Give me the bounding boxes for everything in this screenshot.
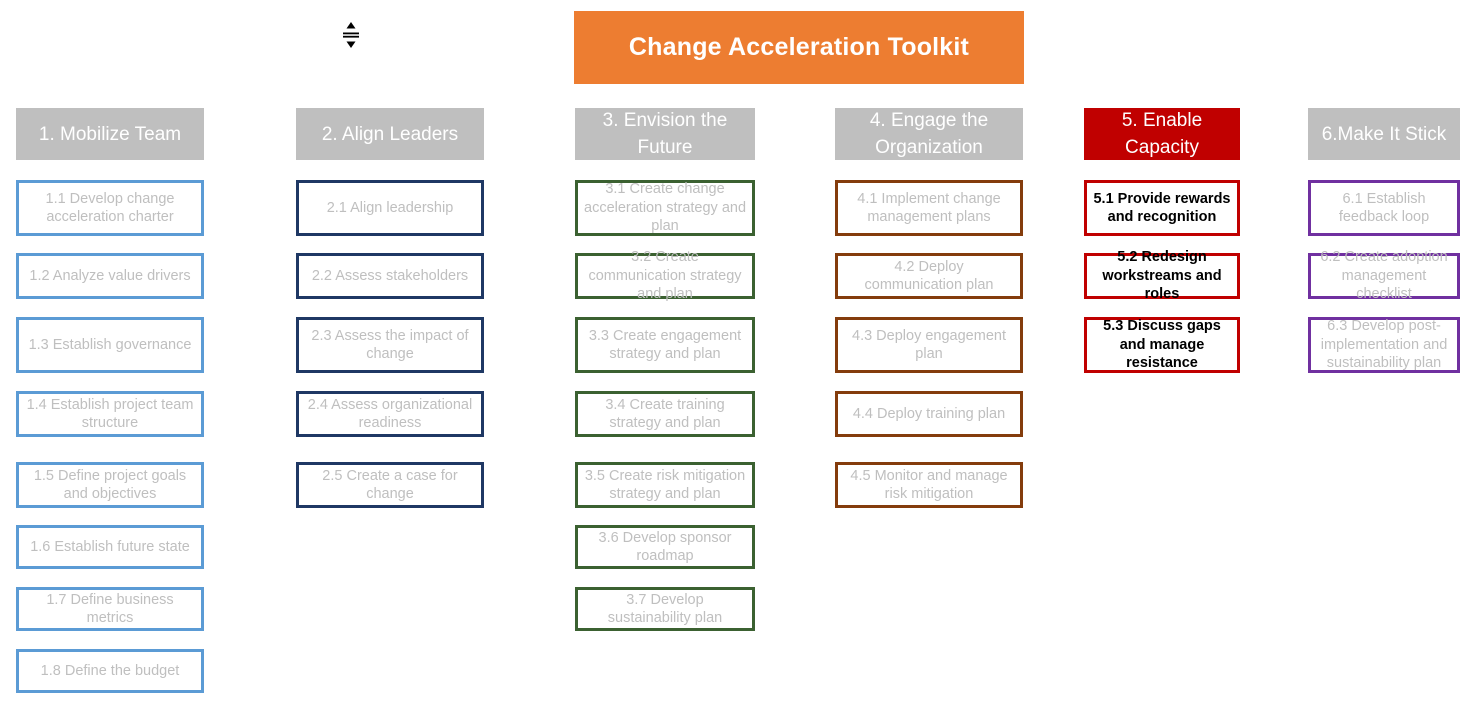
toolkit-canvas: Change Acceleration Toolkit 1. Mobilize … (0, 0, 1474, 706)
task-node[interactable]: 1.5 Define project goals and objectives (16, 462, 204, 508)
page-title: Change Acceleration Toolkit (574, 11, 1024, 84)
task-node[interactable]: 5.3 Discuss gaps and manage resistance (1084, 317, 1240, 373)
phase-column-3: 3. Envision the Future (575, 108, 755, 160)
task-node[interactable]: 6.3 Develop post-implementation and sust… (1308, 317, 1460, 373)
phase-column-6: 6.Make It Stick (1308, 108, 1460, 160)
task-node[interactable]: 1.7 Define business metrics (16, 587, 204, 631)
task-node[interactable]: 2.3 Assess the impact of change (296, 317, 484, 373)
phase-header-3[interactable]: 3. Envision the Future (575, 108, 755, 160)
task-node[interactable]: 1.2 Analyze value drivers (16, 253, 204, 299)
phase-header-1[interactable]: 1. Mobilize Team (16, 108, 204, 160)
task-node[interactable]: 6.2 Create adoption management checklist (1308, 249, 1460, 302)
phase-column-4: 4. Engage the Organization (835, 108, 1023, 160)
task-node[interactable]: 3.4 Create training strategy and plan (575, 391, 755, 437)
task-node[interactable]: 5.1 Provide rewards and recognition (1084, 180, 1240, 236)
task-node[interactable]: 1.6 Establish future state (16, 525, 204, 569)
task-node[interactable]: 3.3 Create engagement strategy and plan (575, 317, 755, 373)
task-node[interactable]: 2.5 Create a case for change (296, 462, 484, 508)
task-node[interactable]: 3.7 Develop sustainability plan (575, 587, 755, 631)
phase-header-2[interactable]: 2. Align Leaders (296, 108, 484, 160)
task-node[interactable]: 1.8 Define the budget (16, 649, 204, 693)
task-node[interactable]: 4.3 Deploy engagement plan (835, 317, 1023, 373)
task-node[interactable]: 4.1 Implement change management plans (835, 180, 1023, 236)
phase-column-1: 1. Mobilize Team (16, 108, 204, 160)
task-node[interactable]: 2.2 Assess stakeholders (296, 253, 484, 299)
task-node[interactable]: 4.4 Deploy training plan (835, 391, 1023, 437)
task-node[interactable]: 3.1 Create change acceleration strategy … (575, 180, 755, 236)
task-node[interactable]: 1.4 Establish project team structure (16, 391, 204, 437)
task-node[interactable]: 6.1 Establish feedback loop (1308, 180, 1460, 236)
task-node[interactable]: 3.6 Develop sponsor roadmap (575, 525, 755, 569)
task-node[interactable]: 4.2 Deploy communication plan (835, 253, 1023, 299)
phase-column-2: 2. Align Leaders (296, 108, 484, 160)
task-node[interactable]: 2.1 Align leadership (296, 180, 484, 236)
task-node[interactable]: 3.2 Create communication strategy and pl… (575, 249, 755, 302)
task-node[interactable]: 5.2 Redesign workstreams and roles (1084, 249, 1240, 302)
phase-header-4[interactable]: 4. Engage the Organization (835, 108, 1023, 160)
phase-column-5: 5. Enable Capacity (1084, 108, 1240, 160)
phase-header-5[interactable]: 5. Enable Capacity (1084, 108, 1240, 160)
task-node[interactable]: 1.1 Develop change acceleration charter (16, 180, 204, 236)
task-node[interactable]: 4.5 Monitor and manage risk mitigation (835, 462, 1023, 508)
task-node[interactable]: 2.4 Assess organizational readiness (296, 391, 484, 437)
vertical-resize-cursor-icon (342, 21, 360, 49)
phase-header-6[interactable]: 6.Make It Stick (1308, 108, 1460, 160)
task-node[interactable]: 1.3 Establish governance (16, 317, 204, 373)
task-node[interactable]: 3.5 Create risk mitigation strategy and … (575, 462, 755, 508)
